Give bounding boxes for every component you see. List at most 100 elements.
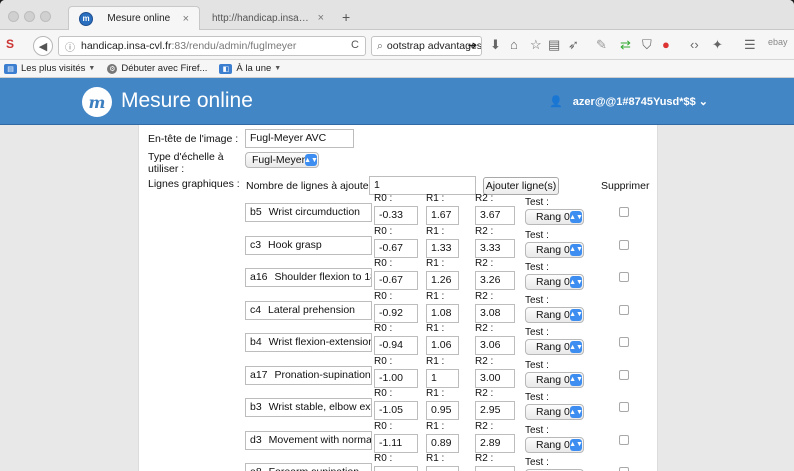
delete-checkbox[interactable]	[619, 337, 629, 347]
url-host: handicap.insa-cvl.fr	[81, 40, 172, 52]
delete-checkbox[interactable]	[619, 304, 629, 315]
home-icon[interactable]: ⌂	[510, 37, 518, 52]
add-lines-button[interactable]: Ajouter ligne(s)	[483, 177, 559, 195]
sync-icon[interactable]: ⇄	[620, 37, 631, 53]
pocket-icon[interactable]: ⛉	[642, 37, 652, 53]
test-select[interactable]: Rang 0 ▲▼	[525, 241, 584, 258]
r0-input[interactable]: -0.67	[374, 238, 418, 258]
r2-input[interactable]: 2.95	[475, 401, 515, 420]
menu-icon[interactable]: ☰	[744, 37, 756, 53]
line-name-input[interactable]: c4 Lateral prehension	[245, 300, 372, 320]
line-name-input[interactable]: b5 Wrist circumduction	[245, 203, 372, 222]
search-bar[interactable]: ⌕ ootstrap advantages ➔	[371, 36, 482, 56]
test-value: Rang 0	[536, 438, 570, 451]
line-name-input[interactable]: a17 Pronation-supination, elb	[245, 365, 372, 385]
r1-label: R1 :	[426, 420, 445, 432]
delete-checkbox[interactable]	[619, 239, 629, 250]
user-menu[interactable]: 👤 azer@@1#8745Yusd*$$ ⌄	[549, 95, 708, 109]
search-go-icon[interactable]: ➔	[468, 39, 477, 52]
test-select[interactable]: Rang 0 ▲▼	[525, 274, 584, 290]
test-select[interactable]: Rang 0 ▲▼	[525, 209, 584, 225]
line-name-input[interactable]: b4 Wrist flexion-extension, e	[245, 333, 372, 352]
test-select[interactable]: Rang 0 ▲▼	[525, 306, 584, 323]
back-button[interactable]: ◀	[33, 36, 53, 56]
bookmark-most-visited[interactable]: ▤ Les plus visités ▼	[4, 63, 95, 74]
r1-input[interactable]	[426, 466, 459, 471]
line-code: c3	[250, 238, 262, 251]
reading-list-icon[interactable]: ▤	[548, 37, 560, 53]
r0-input[interactable]: -0.33	[374, 206, 418, 225]
line-name-input[interactable]: d3 Movement with normal s	[245, 430, 372, 450]
new-tab-button[interactable]: +	[342, 9, 350, 25]
search-icon: ⌕	[377, 39, 383, 52]
test-select[interactable]: Rang 0 ▲▼	[525, 436, 584, 453]
close-tab-icon[interactable]: ×	[183, 13, 189, 25]
r1-input[interactable]: 1.06	[426, 336, 459, 355]
select-arrows-icon: ▲▼	[569, 438, 583, 451]
r2-input[interactable]	[475, 466, 515, 471]
r0-input[interactable]: -1.00	[374, 368, 418, 388]
reload-icon[interactable]: C	[351, 39, 359, 51]
feather-icon[interactable]: ✎	[596, 37, 607, 53]
r1-input[interactable]: 1.08	[426, 303, 459, 323]
r2-input[interactable]: 2.89	[475, 433, 515, 453]
image-header-input[interactable]: Fugl-Meyer AVC	[245, 129, 354, 148]
scale-type-select[interactable]: Fugl-Meyer ▲▼	[245, 152, 319, 168]
tab-handicap[interactable]: http://handicap.insa-cvl.fr:83/A... ×	[202, 6, 334, 30]
bookmark-news[interactable]: ◧ À la une ▼	[219, 63, 281, 74]
r1-input[interactable]: 0.89	[426, 433, 459, 453]
r0-input[interactable]	[374, 466, 418, 471]
tab-mesure-online[interactable]: m Mesure online ×	[68, 6, 200, 30]
delete-checkbox[interactable]	[619, 467, 629, 471]
delete-checkbox[interactable]	[619, 207, 629, 217]
select-arrows-icon: ▲▼	[569, 308, 583, 321]
r1-input[interactable]: 0.95	[426, 401, 459, 420]
r2-input[interactable]: 3.67	[475, 206, 515, 225]
code-icon[interactable]: ‹›	[690, 37, 699, 52]
url-path: :83/rendu/admin/fuglmeyer	[171, 40, 297, 52]
r0-input[interactable]: -0.94	[374, 336, 418, 355]
r0-input[interactable]: -0.67	[374, 271, 418, 290]
minimize-window-button[interactable]	[24, 11, 35, 22]
send-icon[interactable]: ➶	[568, 37, 579, 53]
r2-input[interactable]: 3.06	[475, 336, 515, 355]
bookmark-getting-started[interactable]: ⚙ Débuter avec Firef...	[107, 63, 207, 74]
line-name-input[interactable]: a16 Shoulder flexion to 180°	[245, 268, 372, 287]
maximize-window-button[interactable]	[40, 11, 51, 22]
select-arrows-icon: ▲▼	[304, 154, 318, 166]
delete-checkbox[interactable]	[619, 434, 629, 445]
r0-input[interactable]: -0.92	[374, 303, 418, 323]
extension-icon[interactable]: S	[6, 37, 14, 51]
mesure-logo-icon[interactable]: m	[82, 87, 112, 117]
adblock-icon[interactable]: ●	[662, 37, 670, 52]
extension-puzzle-icon[interactable]: ✦	[712, 37, 723, 53]
r2-input[interactable]: 3.00	[475, 368, 515, 388]
download-icon[interactable]: ⬇	[490, 37, 501, 53]
delete-checkbox[interactable]	[619, 402, 629, 412]
line-name-input[interactable]: b3 Wrist stable, elbow exten	[245, 398, 372, 417]
r2-label: R2 :	[475, 453, 494, 464]
close-window-button[interactable]	[8, 11, 19, 22]
test-select[interactable]: Rang 0 ▲▼	[525, 404, 584, 420]
r1-input[interactable]: 1.33	[426, 238, 459, 258]
test-select[interactable]: Rang 0 ▲▼	[525, 371, 584, 388]
r1-input[interactable]: 1	[426, 368, 459, 388]
r2-input[interactable]: 3.26	[475, 271, 515, 290]
line-name-input[interactable]: c3 Hook grasp	[245, 235, 372, 255]
r0-input[interactable]: -1.05	[374, 401, 418, 420]
test-select[interactable]: Rang 0 ▲▼	[525, 339, 584, 355]
r1-input[interactable]: 1.26	[426, 271, 459, 290]
r0-input[interactable]: -1.11	[374, 433, 418, 453]
ebay-icon[interactable]: ebay	[768, 37, 788, 47]
r1-input[interactable]: 1.67	[426, 206, 459, 225]
r2-input[interactable]: 3.33	[475, 238, 515, 258]
line-name-input[interactable]: a8 Forearm supination	[245, 463, 372, 471]
delete-checkbox[interactable]	[619, 369, 629, 380]
site-title[interactable]: Mesure online	[121, 89, 253, 113]
delete-checkbox[interactable]	[619, 272, 629, 282]
url-bar[interactable]: ⓘ handicap.insa-cvl.fr:83/rendu/admin/fu…	[58, 36, 366, 56]
bookmark-star-icon[interactable]: ☆	[530, 37, 542, 53]
line-name: Lateral prehension	[268, 303, 355, 316]
close-tab-icon[interactable]: ×	[318, 12, 324, 24]
r2-input[interactable]: 3.08	[475, 303, 515, 323]
